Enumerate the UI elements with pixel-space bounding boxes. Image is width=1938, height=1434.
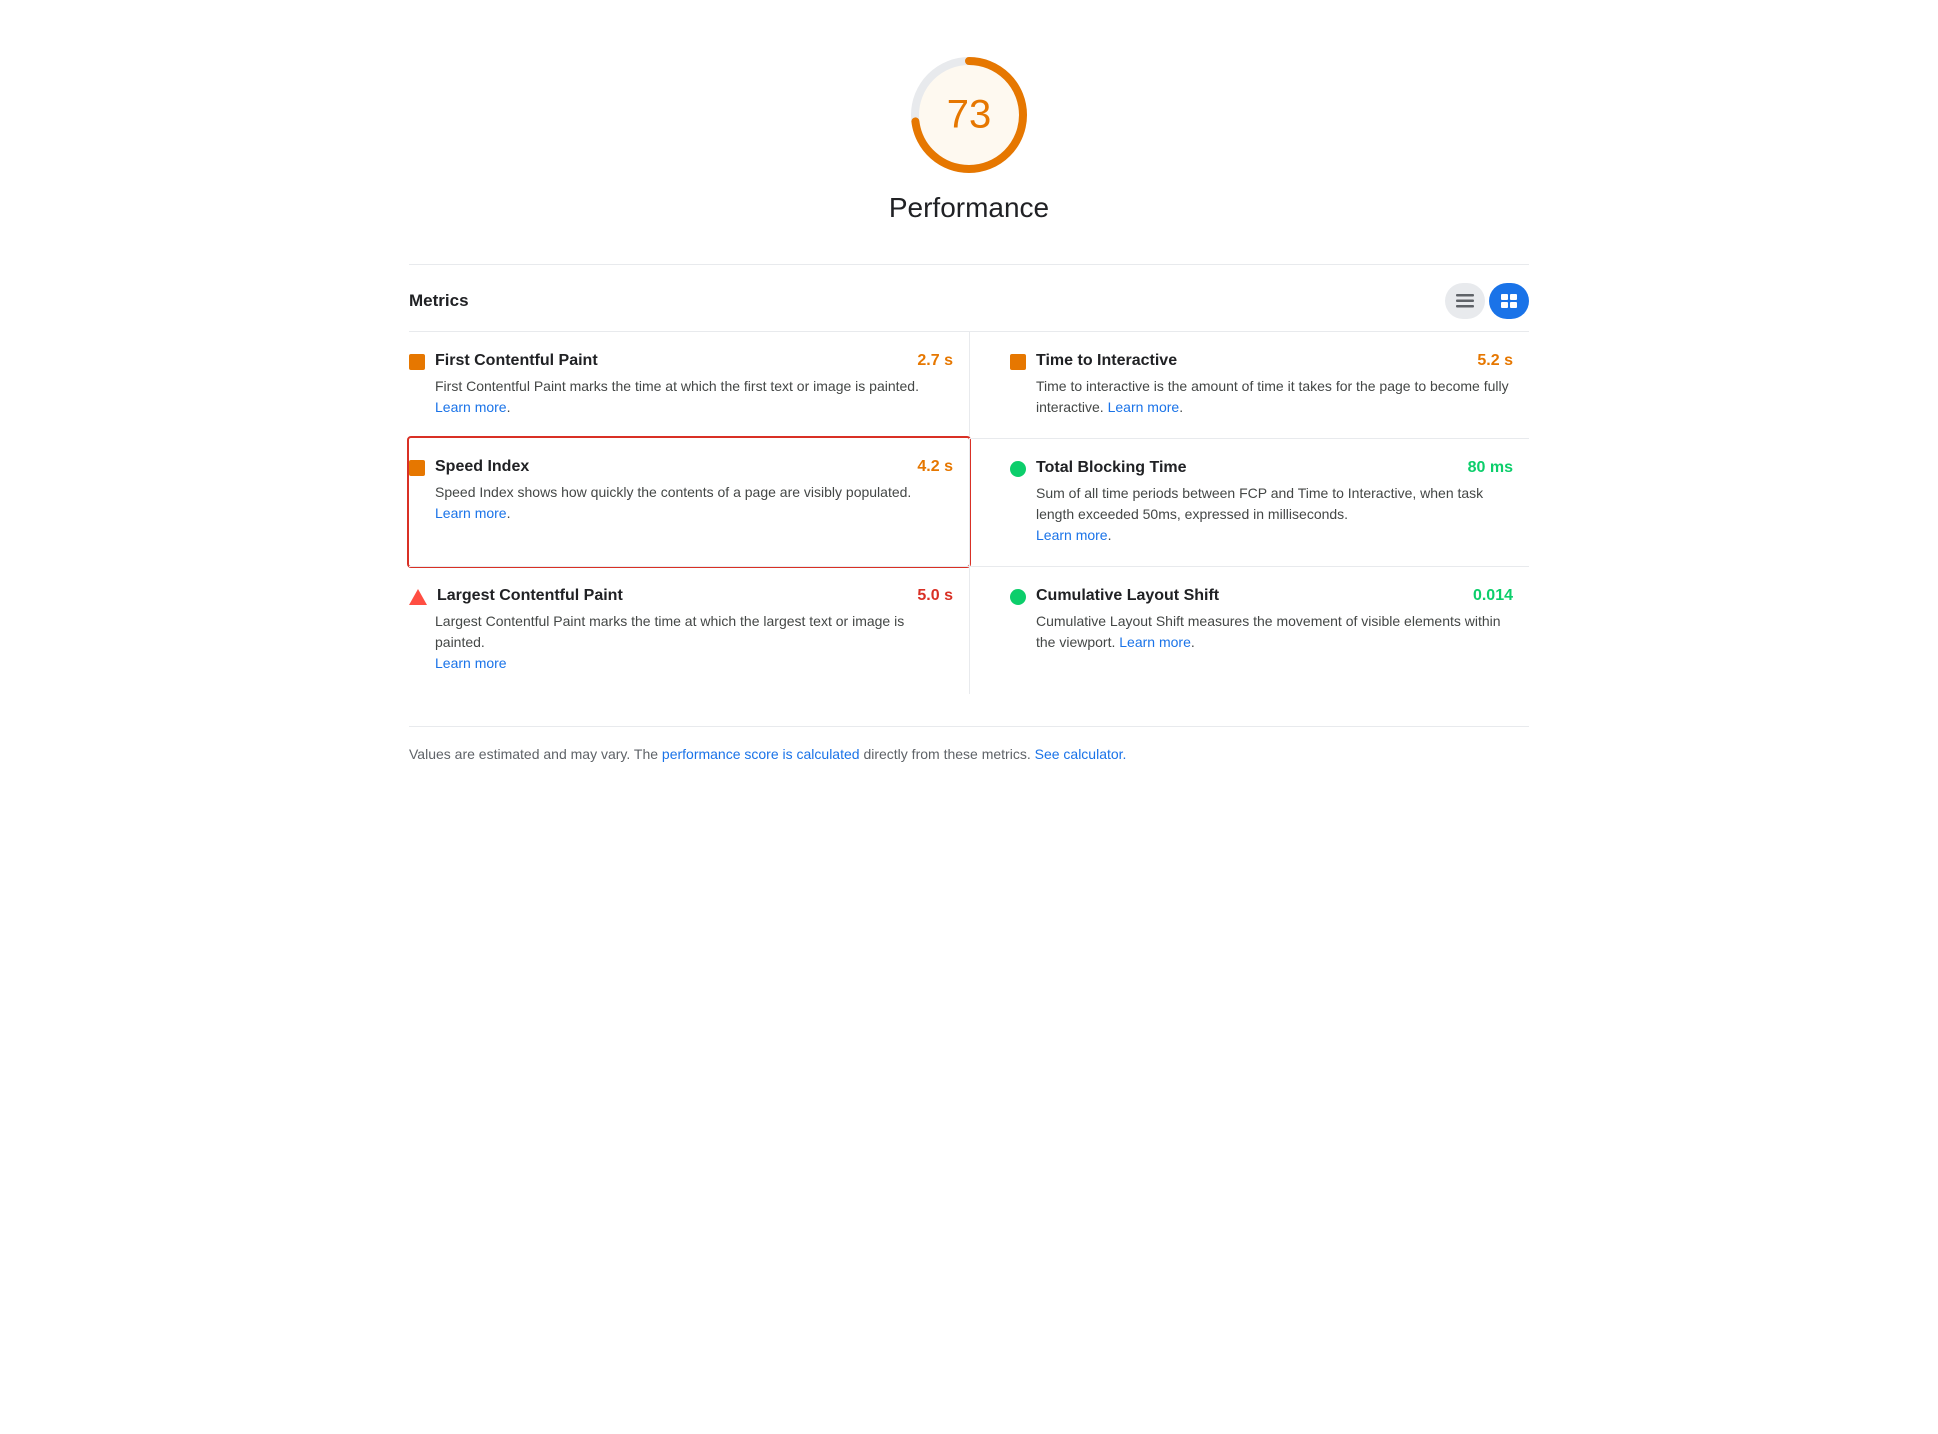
tbt-value: 80 ms xyxy=(1468,459,1513,477)
list-view-button[interactable] xyxy=(1445,283,1485,319)
cls-value: 0.014 xyxy=(1473,587,1513,605)
score-circle: 73 xyxy=(904,50,1034,180)
fcp-value: 2.7 s xyxy=(917,352,953,370)
si-learn-more[interactable]: Learn more xyxy=(435,505,507,521)
lcp-name: Largest Contentful Paint xyxy=(437,587,623,605)
tti-value: 5.2 s xyxy=(1477,352,1513,370)
lcp-value: 5.0 s xyxy=(917,587,953,605)
lcp-learn-more[interactable]: Learn more xyxy=(435,655,507,671)
calculator-link[interactable]: See calculator. xyxy=(1035,746,1127,762)
metric-tti: Time to Interactive 5.2 s Time to intera… xyxy=(969,331,1529,438)
metric-fcp: First Contentful Paint 2.7 s First Conte… xyxy=(409,331,969,438)
cls-learn-more[interactable]: Learn more xyxy=(1119,634,1191,650)
tti-icon xyxy=(1010,354,1026,370)
footer-note: Values are estimated and may vary. The p… xyxy=(409,726,1529,765)
tti-learn-more[interactable]: Learn more xyxy=(1108,399,1180,415)
fcp-desc: First Contentful Paint marks the time at… xyxy=(409,376,953,418)
view-toggle xyxy=(1445,283,1529,319)
metric-tbt: Total Blocking Time 80 ms Sum of all tim… xyxy=(969,438,1529,566)
si-desc: Speed Index shows how quickly the conten… xyxy=(409,482,953,524)
grid-view-button[interactable] xyxy=(1489,283,1529,319)
lcp-desc: Largest Contentful Paint marks the time … xyxy=(409,611,953,674)
metrics-grid: First Contentful Paint 2.7 s First Conte… xyxy=(409,331,1529,694)
tti-name: Time to Interactive xyxy=(1036,352,1177,370)
cls-desc: Cumulative Layout Shift measures the mov… xyxy=(1010,611,1513,653)
metrics-title: Metrics xyxy=(409,291,469,311)
performance-score-link[interactable]: performance score is calculated xyxy=(662,746,860,762)
metric-cls: Cumulative Layout Shift 0.014 Cumulative… xyxy=(969,566,1529,694)
tti-desc: Time to interactive is the amount of tim… xyxy=(1010,376,1513,418)
fcp-icon xyxy=(409,354,425,370)
footer-text-before: Values are estimated and may vary. The xyxy=(409,746,662,762)
metric-si: Speed Index 4.2 s Speed Index shows how … xyxy=(407,436,971,568)
cls-name: Cumulative Layout Shift xyxy=(1036,587,1219,605)
metrics-header: Metrics xyxy=(409,264,1529,331)
fcp-learn-more[interactable]: Learn more xyxy=(435,399,507,415)
score-label: Performance xyxy=(889,192,1049,224)
fcp-name: First Contentful Paint xyxy=(435,352,598,370)
tbt-name: Total Blocking Time xyxy=(1036,459,1187,477)
si-name: Speed Index xyxy=(435,458,529,476)
si-icon xyxy=(409,460,425,476)
tbt-icon xyxy=(1010,461,1026,477)
tbt-desc: Sum of all time periods between FCP and … xyxy=(1010,483,1513,546)
score-value: 73 xyxy=(947,93,992,138)
tbt-learn-more[interactable]: Learn more xyxy=(1036,527,1108,543)
cls-icon xyxy=(1010,589,1026,605)
lcp-icon xyxy=(409,589,427,605)
score-section: 73 Performance xyxy=(409,20,1529,244)
metric-lcp: Largest Contentful Paint 5.0 s Largest C… xyxy=(409,566,969,694)
footer-text-middle: directly from these metrics. xyxy=(860,746,1035,762)
si-value: 4.2 s xyxy=(917,458,953,476)
